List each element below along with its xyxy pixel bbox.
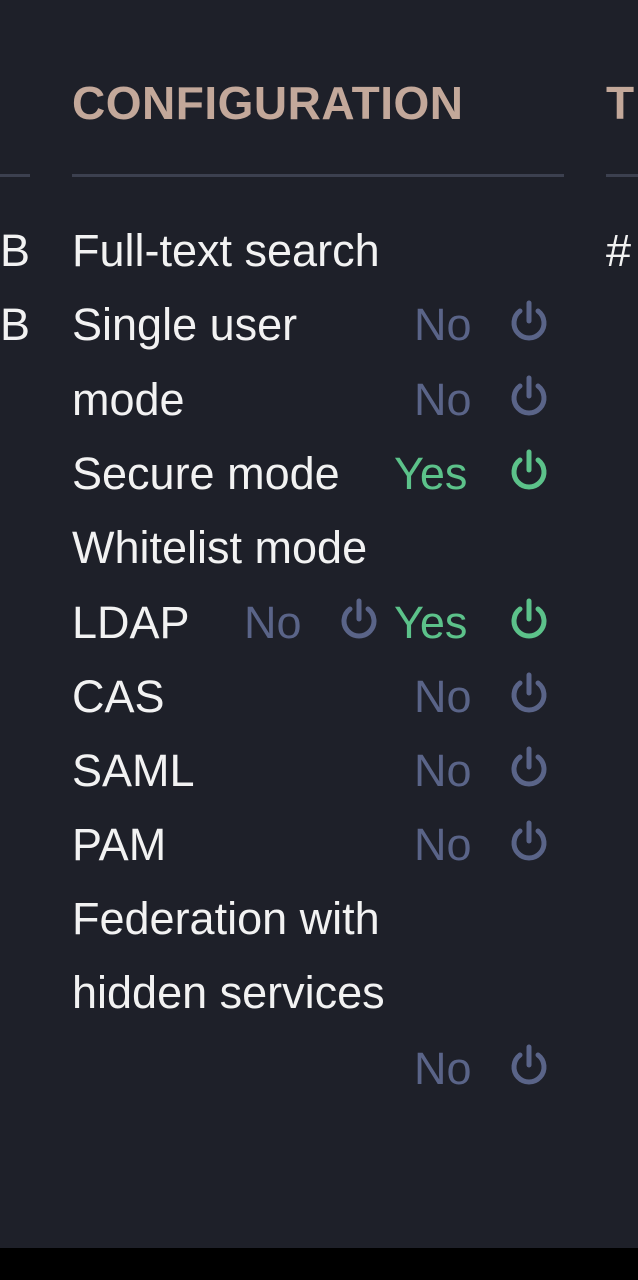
- status-value: No: [414, 1043, 472, 1094]
- right-column-edge-text: #: [606, 225, 632, 276]
- setting-label-secure-mode: Secure mode: [72, 448, 340, 499]
- power-icon[interactable]: [504, 595, 554, 645]
- power-icon[interactable]: [504, 743, 554, 793]
- setting-label-federation: Federation with: [72, 893, 380, 944]
- setting-label-federation-cont: hidden services: [72, 967, 385, 1018]
- power-icon[interactable]: [504, 817, 554, 867]
- power-icon[interactable]: [504, 446, 554, 496]
- status-value: No: [414, 819, 472, 870]
- left-column-edge-text: B: [0, 225, 31, 276]
- next-section-title: T: [606, 77, 635, 129]
- setting-label-saml: SAML: [72, 745, 195, 796]
- status-value: No: [414, 374, 472, 425]
- section-title: CONFIGURATION: [72, 77, 464, 129]
- power-icon[interactable]: [504, 372, 554, 422]
- left-column-divider: [0, 174, 30, 177]
- status-value: Yes: [394, 597, 468, 648]
- power-icon[interactable]: [504, 297, 554, 347]
- status-value: Yes: [394, 448, 468, 499]
- setting-label-full-text-search: Full-text search: [72, 225, 380, 276]
- screen-bottom-edge: [0, 1248, 638, 1280]
- setting-label-single-user: Single user: [72, 299, 298, 350]
- power-icon[interactable]: [504, 1041, 554, 1091]
- power-icon[interactable]: [334, 595, 384, 645]
- setting-label-pam: PAM: [72, 819, 167, 870]
- section-divider: [72, 174, 564, 177]
- status-value: No: [414, 299, 472, 350]
- configuration-panel: B B CONFIGURATION Full-text search Singl…: [0, 0, 638, 1248]
- next-section-divider: [606, 174, 638, 177]
- status-value: No: [414, 745, 472, 796]
- left-column-edge-text: B: [0, 299, 31, 350]
- setting-label-whitelist-mode: Whitelist mode: [72, 522, 368, 573]
- setting-label-mode: mode: [72, 374, 185, 425]
- setting-label-cas: CAS: [72, 671, 165, 722]
- power-icon[interactable]: [504, 669, 554, 719]
- status-value: No: [244, 597, 302, 648]
- status-value: No: [414, 671, 472, 722]
- setting-label-ldap: LDAP: [72, 597, 190, 648]
